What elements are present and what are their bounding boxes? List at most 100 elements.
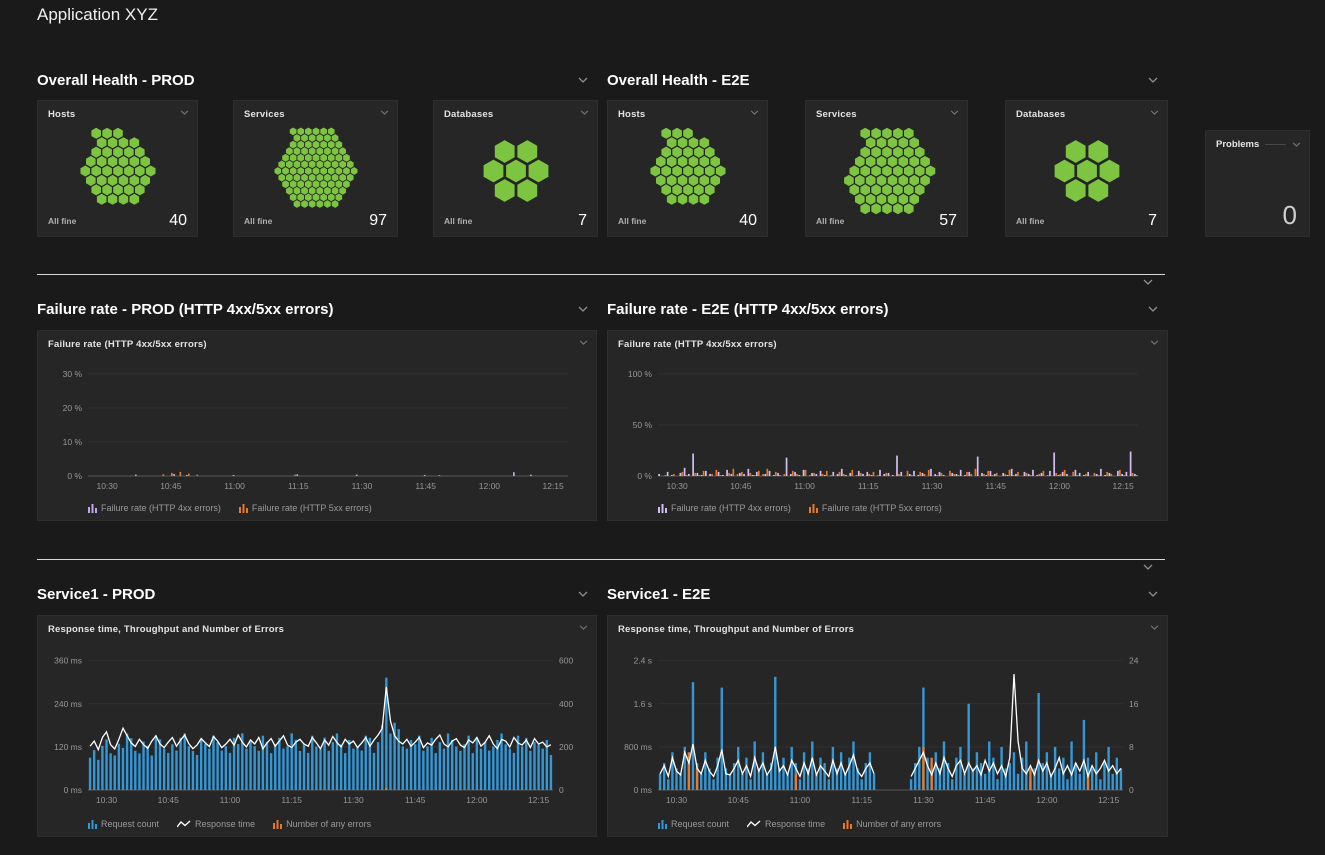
svg-text:11:15: 11:15 xyxy=(851,795,872,805)
chevron-down-icon[interactable] xyxy=(380,110,389,115)
svg-text:0 ms: 0 ms xyxy=(64,785,82,795)
svg-text:11:00: 11:00 xyxy=(224,481,245,491)
bar-series-icon xyxy=(843,820,852,829)
legend-label: Failure rate (HTTP 4xx errors) xyxy=(671,503,791,513)
health-tile-services-prod[interactable]: Services All fine 97 xyxy=(233,100,398,237)
legend-item[interactable]: Failure rate (HTTP 4xx errors) xyxy=(88,503,221,513)
chart-tile-service-e2e[interactable]: Response time, Throughput and Number of … xyxy=(607,615,1168,837)
entity-count: 7 xyxy=(1148,212,1157,230)
service-chart-e2e: 0 ms800 ms1.6 s2.4 s08162410:3010:4511:0… xyxy=(608,642,1168,812)
tile-title: Databases xyxy=(444,109,493,120)
tile-title: Databases xyxy=(1016,109,1065,120)
chart-tile-service-prod[interactable]: Response time, Throughput and Number of … xyxy=(37,615,597,837)
svg-text:11:45: 11:45 xyxy=(405,795,426,805)
legend-item[interactable]: Failure rate (HTTP 5xx errors) xyxy=(809,503,942,513)
chart-tile-failure-e2e[interactable]: Failure rate (HTTP 4xx/5xx errors) 0 %50… xyxy=(607,330,1168,521)
chart-legend: Request count Response time Number of any … xyxy=(658,819,941,829)
chart-legend: Failure rate (HTTP 4xx errors) Failure ra… xyxy=(658,503,942,513)
line-series-icon xyxy=(747,820,761,829)
chevron-down-icon[interactable] xyxy=(1148,306,1158,312)
svg-text:12:00: 12:00 xyxy=(466,795,488,805)
chevron-down-icon[interactable] xyxy=(579,625,588,630)
status-text: All fine xyxy=(48,216,76,226)
svg-text:30 %: 30 % xyxy=(63,369,83,379)
svg-text:11:45: 11:45 xyxy=(415,481,436,491)
status-text: All fine xyxy=(816,216,844,226)
chevron-down-icon[interactable] xyxy=(750,110,759,115)
svg-text:10:45: 10:45 xyxy=(728,795,750,805)
chevron-down-icon[interactable] xyxy=(1150,110,1159,115)
chart-panel-title: Failure rate (HTTP 4xx/5xx errors) xyxy=(48,339,207,350)
health-tile-services-e2e[interactable]: Services All fine 57 xyxy=(805,100,968,237)
chevron-down-icon[interactable] xyxy=(1292,142,1301,147)
svg-text:10:45: 10:45 xyxy=(158,795,180,805)
svg-text:0 %: 0 % xyxy=(67,471,82,481)
chart-legend: Request count Response time Number of any … xyxy=(88,819,371,829)
bar-series-icon xyxy=(273,820,282,829)
svg-text:11:00: 11:00 xyxy=(790,795,811,805)
legend-label: Request count xyxy=(671,819,729,829)
chevron-down-icon[interactable] xyxy=(950,110,959,115)
section-title-service-e2e: Service1 - E2E xyxy=(607,586,710,603)
chevron-down-icon[interactable] xyxy=(578,306,588,312)
svg-text:10:30: 10:30 xyxy=(666,481,688,491)
svg-text:11:00: 11:00 xyxy=(220,795,241,805)
svg-text:11:45: 11:45 xyxy=(985,481,1006,491)
legend-item[interactable]: Response time xyxy=(177,819,255,829)
svg-text:10:45: 10:45 xyxy=(730,481,752,491)
chevron-down-icon[interactable] xyxy=(578,591,588,597)
svg-text:12:15: 12:15 xyxy=(542,481,564,491)
honeycomb-chart xyxy=(451,125,581,217)
page-title: Application XYZ xyxy=(37,5,158,25)
chart-tile-failure-prod[interactable]: Failure rate (HTTP 4xx/5xx errors) 0 %10… xyxy=(37,330,597,521)
chevron-down-icon[interactable] xyxy=(180,110,189,115)
chevron-down-icon[interactable] xyxy=(1148,77,1158,83)
health-tile-databases-prod[interactable]: Databases All fine 7 xyxy=(433,100,598,237)
problems-tile[interactable]: Problems 0 xyxy=(1205,130,1310,237)
legend-item[interactable]: Number of any errors xyxy=(273,819,371,829)
section-title-health-e2e: Overall Health - E2E xyxy=(607,72,750,89)
chart-panel-title: Failure rate (HTTP 4xx/5xx errors) xyxy=(618,339,777,350)
legend-label: Number of any errors xyxy=(856,819,941,829)
bar-series-icon xyxy=(809,504,818,513)
legend-item[interactable]: Request count xyxy=(88,819,159,829)
chevron-down-icon[interactable] xyxy=(1150,340,1159,345)
entity-count: 40 xyxy=(739,212,757,230)
svg-text:12:15: 12:15 xyxy=(528,795,550,805)
health-tile-hosts-prod[interactable]: Hosts All fine 40 xyxy=(37,100,198,237)
status-text: All fine xyxy=(244,216,272,226)
section-divider xyxy=(37,274,1165,275)
svg-text:200: 200 xyxy=(559,742,573,752)
entity-count: 97 xyxy=(369,212,387,230)
svg-text:20 %: 20 % xyxy=(63,403,83,413)
chevron-down-icon[interactable] xyxy=(580,110,589,115)
chevron-down-icon[interactable] xyxy=(579,340,588,345)
legend-item[interactable]: Failure rate (HTTP 5xx errors) xyxy=(239,503,372,513)
chevron-down-icon[interactable] xyxy=(1143,279,1153,285)
legend-item[interactable]: Response time xyxy=(747,819,825,829)
svg-text:2.4 s: 2.4 s xyxy=(634,656,652,666)
svg-text:11:15: 11:15 xyxy=(288,481,309,491)
chevron-down-icon[interactable] xyxy=(1148,591,1158,597)
svg-text:12:15: 12:15 xyxy=(1112,481,1134,491)
failure-rate-chart-e2e: 0 %50 %100 %10:3010:4511:0011:1511:3011:… xyxy=(608,357,1168,496)
health-tile-hosts-e2e[interactable]: Hosts All fine 40 xyxy=(607,100,768,237)
legend-item[interactable]: Failure rate (HTTP 4xx errors) xyxy=(658,503,791,513)
svg-text:11:30: 11:30 xyxy=(352,481,373,491)
legend-item[interactable]: Request count xyxy=(658,819,729,829)
svg-text:0 %: 0 % xyxy=(637,471,652,481)
svg-text:0 ms: 0 ms xyxy=(634,785,652,795)
svg-text:11:15: 11:15 xyxy=(281,795,302,805)
chevron-down-icon[interactable] xyxy=(578,77,588,83)
health-tile-databases-e2e[interactable]: Databases All fine 7 xyxy=(1005,100,1168,237)
legend-item[interactable]: Number of any errors xyxy=(843,819,941,829)
tile-title: Services xyxy=(244,109,285,120)
honeycomb-chart xyxy=(53,125,183,217)
chevron-down-icon[interactable] xyxy=(1143,564,1153,570)
svg-text:600: 600 xyxy=(559,656,573,666)
svg-text:120 ms: 120 ms xyxy=(54,742,82,752)
chevron-down-icon[interactable] xyxy=(1150,625,1159,630)
status-text: All fine xyxy=(618,216,646,226)
tile-title: Problems xyxy=(1216,139,1259,150)
status-text: All fine xyxy=(1016,216,1044,226)
